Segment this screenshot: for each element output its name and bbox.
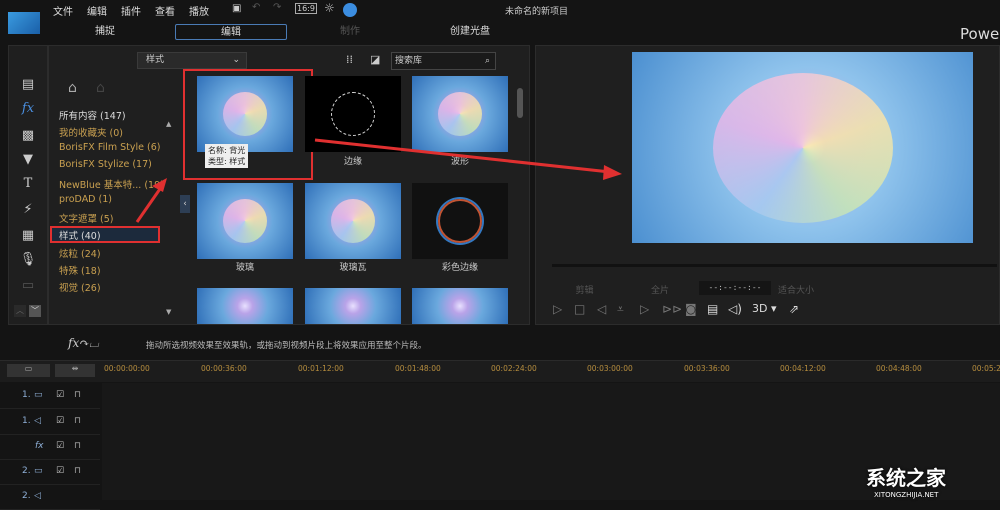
arrowhead [603, 165, 622, 180]
arrow-to-preview [314, 138, 611, 174]
annotation-arrows [135, 138, 622, 223]
arrowhead [152, 178, 167, 192]
watermark-subtext: XITONGZHIJIA.NET [874, 491, 939, 499]
watermark-text: 系统之家 [866, 466, 946, 490]
watermark-logo: 系统之家 XITONGZHIJIA.NET [826, 462, 946, 499]
arrow-to-library [135, 185, 164, 223]
